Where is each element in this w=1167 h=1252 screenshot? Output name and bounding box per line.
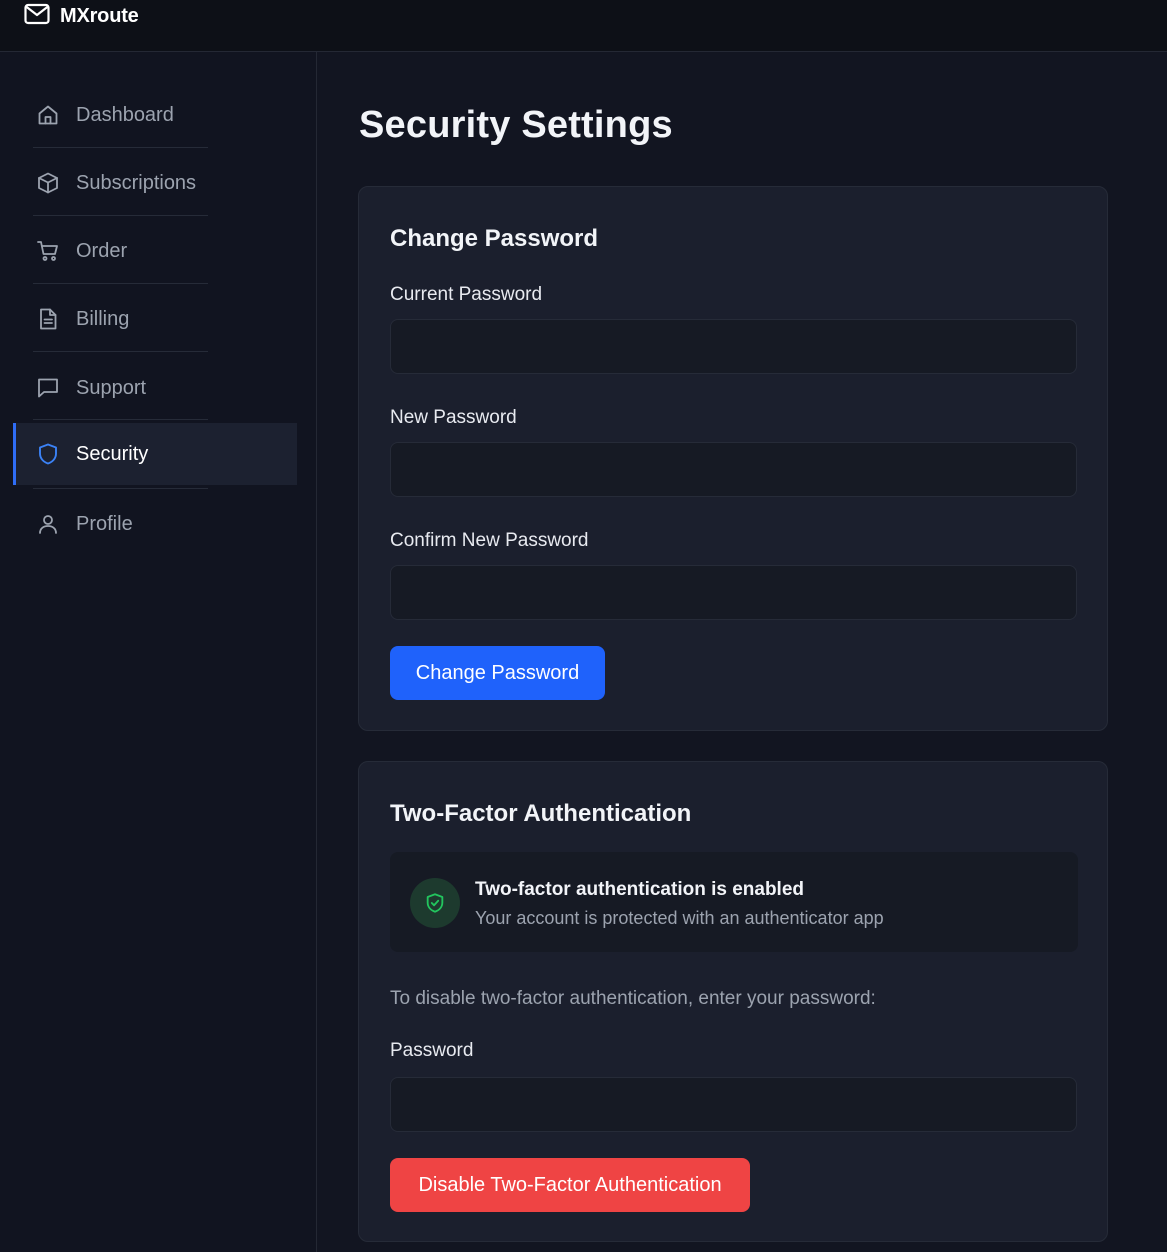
shield-check-icon bbox=[410, 878, 460, 928]
new-password-input[interactable] bbox=[390, 442, 1077, 497]
sidebar-item-label: Subscriptions bbox=[76, 171, 197, 194]
disable-two-factor-button[interactable]: Disable Two-Factor Authentication bbox=[390, 1158, 750, 1212]
user-icon bbox=[35, 511, 61, 537]
current-password-label: Current Password bbox=[390, 284, 543, 305]
sidebar-item-subscriptions[interactable]: Subscriptions bbox=[13, 152, 297, 214]
sidebar-item-dashboard[interactable]: Dashboard bbox=[13, 84, 297, 146]
two-factor-card: Two-Factor Authentication Two-factor aut… bbox=[358, 761, 1108, 1242]
sidebar-item-label: Security bbox=[76, 442, 149, 465]
sidebar-item-label: Support bbox=[76, 376, 147, 399]
two-factor-status: Two-factor authentication is enabled You… bbox=[390, 852, 1078, 952]
status-title: Two-factor authentication is enabled bbox=[475, 879, 805, 900]
change-password-button[interactable]: Change Password bbox=[390, 646, 605, 700]
current-password-input[interactable] bbox=[390, 319, 1077, 374]
divider bbox=[33, 215, 208, 216]
sidebar: Dashboard Subscriptions Order Billing Su… bbox=[0, 52, 317, 1252]
card-title: Change Password bbox=[390, 225, 599, 252]
status-subtitle: Your account is protected with an authen… bbox=[475, 908, 884, 928]
new-password-label: New Password bbox=[390, 407, 517, 428]
password-input[interactable] bbox=[390, 1077, 1077, 1132]
confirm-password-label: Confirm New Password bbox=[390, 530, 589, 551]
sidebar-item-profile[interactable]: Profile bbox=[13, 493, 297, 555]
sidebar-item-billing[interactable]: Billing bbox=[13, 288, 297, 350]
divider bbox=[33, 419, 208, 420]
password-label: Password bbox=[390, 1040, 474, 1061]
sidebar-item-label: Dashboard bbox=[76, 103, 174, 126]
cart-icon bbox=[35, 238, 61, 264]
home-icon bbox=[35, 102, 61, 128]
disable-hint: To disable two-factor authentication, en… bbox=[390, 988, 876, 1009]
divider bbox=[33, 351, 208, 352]
sidebar-item-label: Order bbox=[76, 239, 128, 262]
sidebar-item-order[interactable]: Order bbox=[13, 220, 297, 282]
divider bbox=[33, 147, 208, 148]
top-bar: MXroute bbox=[0, 0, 1167, 52]
divider bbox=[33, 488, 208, 489]
card-title: Two-Factor Authentication bbox=[390, 800, 692, 827]
divider bbox=[33, 283, 208, 284]
document-icon bbox=[35, 306, 61, 332]
change-password-card: Change Password Current Password New Pas… bbox=[358, 186, 1108, 731]
confirm-password-input[interactable] bbox=[390, 565, 1077, 620]
page-title: Security Settings bbox=[359, 104, 673, 146]
sidebar-item-label: Billing bbox=[76, 307, 130, 330]
sidebar-item-support[interactable]: Support bbox=[13, 357, 297, 419]
message-icon bbox=[35, 375, 61, 401]
mail-icon bbox=[24, 3, 50, 30]
brand[interactable]: MXroute bbox=[24, 3, 139, 29]
main-content: Security Settings Change Password Curren… bbox=[318, 52, 1167, 1252]
brand-name: MXroute bbox=[60, 4, 139, 27]
box-icon bbox=[35, 170, 61, 196]
sidebar-item-security[interactable]: Security bbox=[13, 423, 297, 485]
shield-icon bbox=[35, 441, 61, 467]
sidebar-item-label: Profile bbox=[76, 512, 133, 535]
